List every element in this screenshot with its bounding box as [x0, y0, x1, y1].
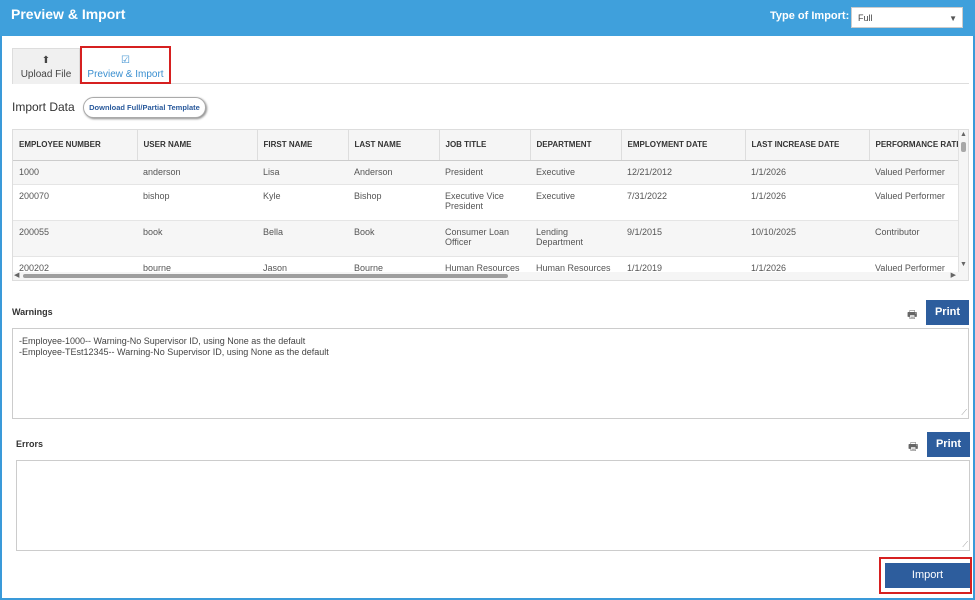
- table-cell: Bella: [257, 220, 348, 257]
- import-data-grid: EMPLOYEE NUMBER USER NAME FIRST NAME LAS…: [12, 129, 969, 281]
- column-header[interactable]: EMPLOYMENT DATE: [621, 130, 746, 161]
- import-data-title: Import Data: [12, 100, 75, 114]
- warnings-label: Warnings: [12, 307, 53, 317]
- column-header[interactable]: USER NAME: [137, 130, 258, 161]
- tab-label: Preview & Import: [87, 69, 164, 80]
- table-cell: 200070: [13, 184, 137, 221]
- table-cell: Valued Performer: [869, 160, 968, 185]
- download-template-button[interactable]: Download Full/Partial Template: [83, 97, 206, 118]
- table-cell: Book: [348, 220, 439, 257]
- tab-label: Upload File: [20, 69, 72, 80]
- printer-icon[interactable]: 🖶: [908, 438, 918, 457]
- table-cell: 1/1/2026: [745, 160, 869, 185]
- errors-textarea[interactable]: ⟋: [16, 460, 970, 551]
- table-cell: 200055: [13, 220, 137, 257]
- table-cell: 12/21/2012: [621, 160, 745, 185]
- warnings-print-button[interactable]: Print: [926, 300, 969, 325]
- errors-print-button[interactable]: Print: [927, 432, 970, 457]
- data-table: EMPLOYEE NUMBER USER NAME FIRST NAME LAS…: [13, 130, 968, 280]
- checkbox-icon: ☑: [121, 55, 130, 66]
- column-header[interactable]: EMPLOYEE NUMBER: [13, 130, 138, 161]
- table-cell: Kyle: [257, 184, 348, 221]
- scroll-down-icon[interactable]: ▼: [960, 261, 967, 268]
- type-of-import-value: Full: [858, 13, 873, 23]
- scroll-up-icon[interactable]: ▲: [960, 131, 967, 138]
- column-header[interactable]: PERFORMANCE RATII: [869, 130, 968, 161]
- vertical-scrollbar[interactable]: ▲ ▼: [958, 130, 968, 280]
- table-cell: Anderson: [348, 160, 439, 185]
- resize-grip-icon[interactable]: ⟋: [962, 539, 968, 550]
- type-of-import-label: Type of Import:: [770, 10, 850, 22]
- table-cell: 1000: [13, 160, 137, 185]
- type-of-import-select[interactable]: Full ▼: [851, 7, 963, 28]
- resize-grip-icon[interactable]: ⟋: [961, 407, 967, 418]
- column-header[interactable]: FIRST NAME: [257, 130, 349, 161]
- table-cell: Lending Department: [530, 220, 621, 257]
- scroll-left-icon[interactable]: ◀: [14, 271, 19, 279]
- table-cell: Valued Performer: [869, 184, 968, 221]
- table-cell: Executive: [530, 184, 621, 221]
- tab-preview-import[interactable]: ☑ Preview & Import: [80, 46, 171, 84]
- page-title: Preview & Import: [11, 6, 126, 22]
- scrollbar-thumb[interactable]: [961, 142, 966, 152]
- table-cell: bishop: [137, 184, 257, 221]
- import-highlight: Import: [879, 557, 972, 594]
- warning-line: -Employee-TEst12345-- Warning-No Supervi…: [19, 347, 329, 357]
- table-row[interactable]: 200070 bishop Kyle Bishop Executive Vice…: [13, 184, 968, 221]
- warning-line: -Employee-1000-- Warning-No Supervisor I…: [19, 336, 306, 346]
- table-row[interactable]: 200055 book Bella Book Consumer Loan Off…: [13, 220, 968, 257]
- import-button[interactable]: Import: [885, 563, 970, 588]
- table-cell: Contributor: [869, 220, 968, 257]
- table-cell: Lisa: [257, 160, 348, 185]
- table-cell: 9/1/2015: [621, 220, 745, 257]
- scroll-right-icon[interactable]: ▶: [951, 271, 956, 279]
- column-header[interactable]: DEPARTMENT: [530, 130, 622, 161]
- column-header[interactable]: JOB TITLE: [439, 130, 531, 161]
- table-cell: book: [137, 220, 257, 257]
- table-cell: 7/31/2022: [621, 184, 745, 221]
- upload-icon: ⬆: [41, 55, 51, 66]
- table-cell: President: [439, 160, 530, 185]
- tab-bar: ⬆ Upload File ☑ Preview & Import: [12, 46, 969, 84]
- table-cell: 10/10/2025: [745, 220, 869, 257]
- scrollbar-thumb[interactable]: [23, 274, 508, 278]
- warnings-textarea[interactable]: -Employee-1000-- Warning-No Supervisor I…: [12, 328, 969, 419]
- page-header: Preview & Import Type of Import: Full ▼: [0, 0, 975, 36]
- table-row[interactable]: 1000 anderson Lisa Anderson President Ex…: [13, 160, 968, 185]
- table-cell: anderson: [137, 160, 257, 185]
- table-cell: Bishop: [348, 184, 439, 221]
- tab-upload-file[interactable]: ⬆ Upload File: [12, 48, 80, 84]
- errors-label: Errors: [16, 439, 44, 449]
- printer-icon[interactable]: 🖶: [907, 306, 917, 325]
- horizontal-scrollbar[interactable]: ◀ ▶: [13, 272, 960, 280]
- table-cell: Executive Vice President: [439, 184, 530, 221]
- table-cell: Executive: [530, 160, 621, 185]
- column-header[interactable]: LAST INCREASE DATE: [745, 130, 870, 161]
- chevron-down-icon: ▼: [949, 14, 957, 23]
- table-cell: Consumer Loan Officer: [439, 220, 530, 257]
- column-header[interactable]: LAST NAME: [348, 130, 440, 161]
- table-cell: 1/1/2026: [745, 184, 869, 221]
